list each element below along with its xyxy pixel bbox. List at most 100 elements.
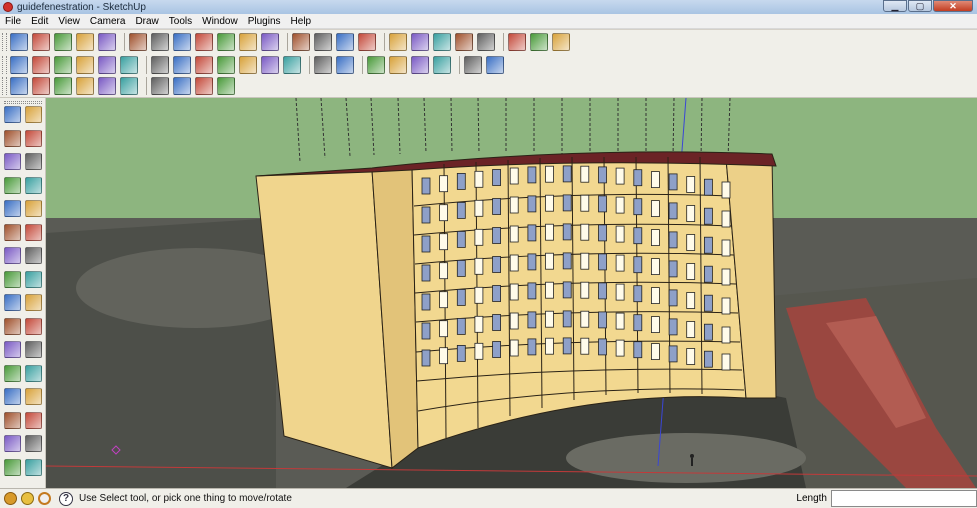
menu-edit[interactable]: Edit [26,16,53,27]
section-plane-icon[interactable] [25,458,42,476]
menu-help[interactable]: Help [286,16,317,27]
zoom-extents-icon[interactable] [25,388,42,405]
look-around-icon[interactable] [477,32,495,51]
shadow-icon[interactable] [552,32,570,51]
menu-camera[interactable]: Camera [85,16,131,27]
options-icon[interactable] [411,55,429,74]
dimension-icon[interactable] [25,294,42,311]
dynamic-components-icon[interactable] [367,55,385,74]
attributes-icon[interactable] [433,55,451,74]
rectangle-icon[interactable] [54,32,72,51]
shaded-icon[interactable] [195,77,213,95]
select-icon[interactable] [4,106,21,123]
layers-icon[interactable] [464,55,482,74]
zoom-icon[interactable] [4,388,21,405]
tape-measure-icon[interactable] [4,294,21,311]
menu-draw[interactable]: Draw [130,16,163,27]
model-scene[interactable] [46,98,977,488]
axes-icon[interactable] [4,341,21,358]
flip-edge-icon[interactable] [283,55,301,74]
maximize-button[interactable]: ▢ [908,0,932,12]
pencil-icon[interactable] [32,32,50,51]
walk-icon[interactable] [389,32,407,51]
line-icon[interactable] [25,153,42,170]
close-button[interactable]: ✕ [933,0,973,12]
wireframe-icon[interactable] [173,77,191,95]
component-icon[interactable] [433,32,451,51]
front-view-icon[interactable] [54,77,72,95]
zoom-icon[interactable] [336,32,354,51]
rectangle-icon[interactable] [4,153,21,170]
back-view-icon[interactable] [98,77,116,95]
previous-view-icon[interactable] [4,411,21,429]
position-camera-icon[interactable] [455,32,473,51]
freehand-icon[interactable] [25,200,42,217]
minimize-button[interactable]: ▁ [883,0,907,12]
measurements-input[interactable] [831,490,977,507]
menu-window[interactable]: Window [197,16,243,27]
scale-icon[interactable] [4,270,21,288]
toolbar-grip[interactable] [2,32,7,51]
move-icon[interactable] [4,223,21,241]
menu-plugins[interactable]: Plugins [243,16,286,27]
save-icon[interactable] [54,55,72,74]
position-camera-icon[interactable] [4,435,21,452]
warehouse-icon[interactable] [120,55,138,74]
section-icon[interactable] [411,32,429,51]
menu-tools[interactable]: Tools [164,16,197,27]
xray-icon[interactable] [151,77,169,95]
select-icon[interactable] [10,32,28,51]
menu-file[interactable]: File [0,16,26,27]
paint-bucket-icon[interactable] [151,32,169,51]
zoom-extents-icon[interactable] [358,32,376,51]
print-icon[interactable] [76,55,94,74]
textured-icon[interactable] [217,77,235,95]
iso-view-icon[interactable] [10,77,28,95]
next-view-icon[interactable] [25,411,42,429]
components-icon[interactable] [508,32,526,51]
toolbar-grip[interactable] [4,101,42,104]
credits-icon[interactable] [21,492,34,505]
arc-icon[interactable] [25,176,42,194]
menu-view[interactable]: View [53,16,85,27]
stamp-icon[interactable] [217,55,235,74]
get-models-icon[interactable] [314,55,332,74]
google-earth-icon[interactable] [98,55,116,74]
share-model-icon[interactable] [336,55,354,74]
user-icon[interactable] [38,492,51,505]
rotate-icon[interactable] [4,247,21,264]
paint-bucket-icon[interactable] [4,129,21,147]
rotate-icon[interactable] [239,32,257,51]
pan-icon[interactable] [314,32,332,51]
top-view-icon[interactable] [32,77,50,95]
smoove-icon[interactable] [195,55,213,74]
text-icon[interactable] [25,317,42,335]
follow-me-icon[interactable] [261,32,279,51]
add-location-icon[interactable] [10,55,28,74]
instructor-icon[interactable] [486,55,504,74]
protractor-icon[interactable] [4,317,21,335]
toolbar-grip[interactable] [2,55,7,74]
component-icon[interactable] [25,106,42,123]
circle-icon[interactable] [76,32,94,51]
materials-icon[interactable] [530,32,548,51]
look-around-icon[interactable] [25,435,42,452]
offset-icon[interactable] [25,270,42,288]
geo-location-icon[interactable] [4,492,17,505]
follow-me-icon[interactable] [25,247,42,264]
move-icon[interactable] [217,32,235,51]
tape-measure-icon[interactable] [173,32,191,51]
pan-icon[interactable] [25,364,42,382]
drawing-viewport[interactable] [46,98,977,488]
interact-icon[interactable] [389,55,407,74]
sandbox-from-contours-icon[interactable] [151,55,169,74]
toolbar-grip[interactable] [2,77,7,95]
sandbox-scratch-icon[interactable] [173,55,191,74]
add-detail-icon[interactable] [261,55,279,74]
eraser-icon[interactable] [25,129,42,147]
orbit-icon[interactable] [4,364,21,382]
walk-icon[interactable] [4,458,21,476]
right-view-icon[interactable] [76,77,94,95]
arc-icon[interactable] [98,32,116,51]
photo-textures-icon[interactable] [32,55,50,74]
